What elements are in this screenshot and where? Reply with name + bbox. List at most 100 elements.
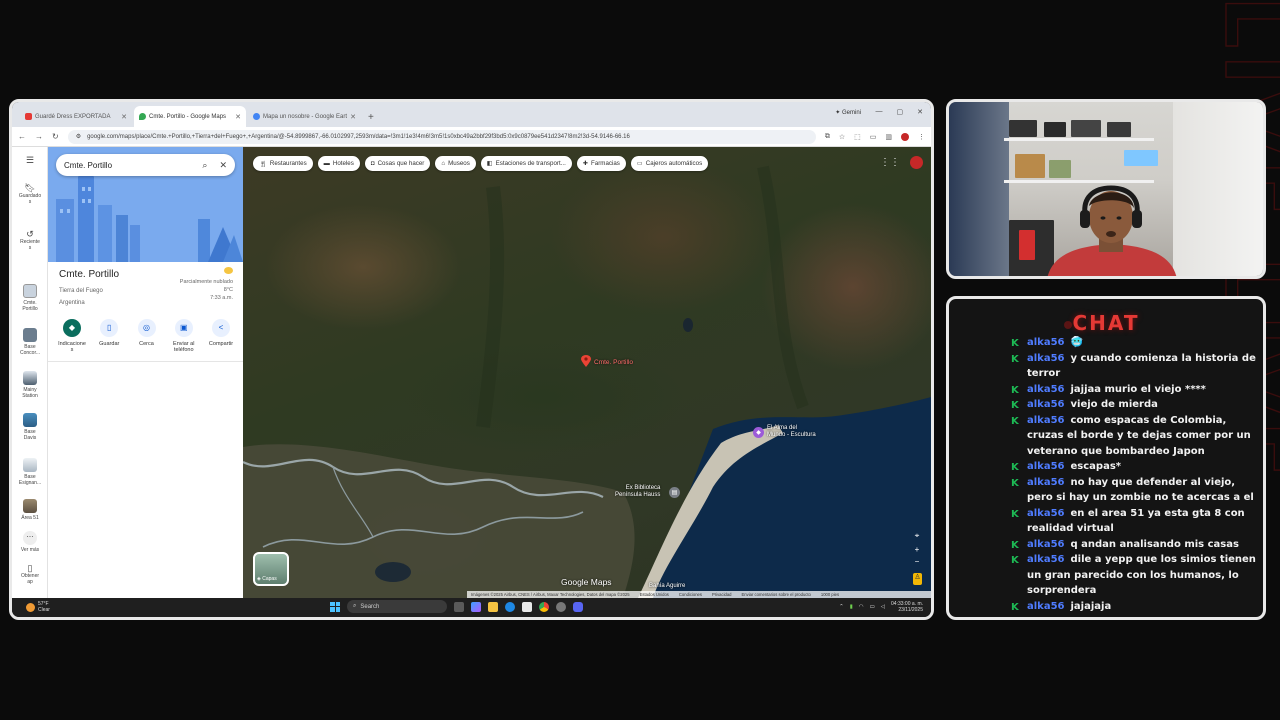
- close-icon[interactable]: ✕: [350, 113, 356, 121]
- gemini-button[interactable]: ✦ Gemini: [835, 109, 861, 116]
- rail-recent-place-5[interactable]: Base Esignan...: [12, 458, 48, 486]
- new-tab-button[interactable]: +: [362, 112, 380, 127]
- layers-button[interactable]: ◈ Capas: [253, 552, 289, 586]
- tab-google-maps[interactable]: Cmte. Portillo - Google Maps ✕: [134, 106, 246, 127]
- scale-bar[interactable]: 1000 pies: [821, 592, 839, 597]
- layers-label: Capas: [262, 576, 277, 582]
- poi-label[interactable]: Ex Biblioteca Península Hauss: [615, 485, 660, 499]
- chat-username[interactable]: alka56: [1027, 508, 1065, 519]
- rail-recent-place-4[interactable]: Base Davis: [12, 413, 48, 441]
- chat-username[interactable]: alka56: [1027, 353, 1065, 364]
- rail-recent[interactable]: ↺ Reciente s: [12, 230, 48, 252]
- rail-more[interactable]: ⋯ Ver más: [12, 531, 48, 553]
- feedback-link[interactable]: Enviar comentarios sobre el producto: [742, 592, 811, 597]
- cast-icon[interactable]: ▭: [870, 133, 877, 141]
- windows-start-icon[interactable]: [330, 601, 340, 612]
- account-avatar[interactable]: [910, 156, 923, 169]
- back-icon[interactable]: ←: [18, 132, 26, 141]
- my-location-icon[interactable]: ⌖: [911, 531, 923, 541]
- zoom-out-button[interactable]: −: [911, 557, 923, 566]
- file-explorer-icon[interactable]: [488, 601, 498, 612]
- mic-icon[interactable]: ▮: [850, 604, 853, 610]
- chat-username[interactable]: alka56: [1027, 461, 1065, 472]
- rail-recent-place-3[interactable]: Mainy Station: [12, 371, 48, 399]
- taskbar-weather[interactable]: 57°F Clear: [26, 601, 50, 613]
- chat-username[interactable]: alka56: [1027, 554, 1065, 565]
- location-pin-icon[interactable]: [581, 355, 591, 367]
- chip-hotels[interactable]: ▬ Hoteles: [317, 156, 360, 171]
- maximize-icon[interactable]: ▢: [897, 108, 904, 116]
- install-icon[interactable]: ⧉: [825, 133, 830, 141]
- share-button[interactable]: < Compartir: [203, 319, 239, 353]
- chevron-up-icon[interactable]: ⌃: [839, 604, 844, 610]
- store-icon[interactable]: [522, 601, 532, 612]
- zoom-in-button[interactable]: +: [911, 545, 923, 554]
- taskbar-clock[interactable]: 04:33:00 a. m. 23/11/2025: [891, 601, 923, 613]
- poi-label[interactable]: El Alma del Mundo - Escultura: [767, 425, 816, 439]
- sidebar-icon[interactable]: ▥: [885, 133, 892, 141]
- close-icon[interactable]: ✕: [235, 113, 241, 121]
- street-view-pegman-icon[interactable]: ♙: [913, 573, 922, 585]
- chrome-icon[interactable]: [539, 601, 549, 612]
- network-icon[interactable]: ◠: [859, 604, 864, 610]
- display-icon[interactable]: ▭: [870, 604, 875, 610]
- minimize-icon[interactable]: —: [876, 108, 883, 116]
- chat-username[interactable]: alka56: [1027, 337, 1065, 348]
- directions-button[interactable]: ◆ Indicacione s: [54, 319, 90, 353]
- menu-icon[interactable]: ☰: [12, 156, 48, 165]
- kebab-menu-icon[interactable]: ⋮: [918, 133, 925, 141]
- profile-avatar[interactable]: [901, 132, 909, 141]
- pin-label[interactable]: Cmte. Portillo: [594, 359, 633, 366]
- terms-link[interactable]: Condiciones: [679, 592, 702, 597]
- chip-things-to-do[interactable]: ◘ Cosas que hacer: [364, 156, 431, 171]
- app-icon[interactable]: [556, 601, 566, 612]
- close-icon[interactable]: ✕: [219, 160, 227, 171]
- chat-username[interactable]: alka56: [1027, 415, 1065, 426]
- chip-transit[interactable]: ◧ Estaciones de transport...: [480, 156, 572, 171]
- discord-icon[interactable]: [573, 601, 583, 612]
- extensions-icon[interactable]: ⬚: [854, 133, 861, 141]
- copilot-icon[interactable]: [471, 601, 481, 612]
- task-view-icon[interactable]: [454, 601, 464, 612]
- chat-username[interactable]: alka56: [1027, 477, 1065, 488]
- chip-pharmacies[interactable]: ✚ Farmacias: [576, 156, 626, 171]
- chat-username[interactable]: alka56: [1027, 539, 1065, 550]
- chip-museums[interactable]: ⌂ Museos: [435, 156, 476, 171]
- chat-username[interactable]: alka56: [1027, 399, 1065, 410]
- send-to-phone-button[interactable]: ▣ Enviar al teléfono: [166, 319, 202, 353]
- rail-recent-place-1[interactable]: Cmte. Portillo: [12, 284, 48, 312]
- rail-get-app[interactable]: ▯ Obtener ap: [12, 564, 48, 586]
- library-poi-icon[interactable]: ▤: [669, 487, 680, 498]
- search-icon[interactable]: ⌕: [202, 160, 207, 171]
- chat-username[interactable]: alka56: [1027, 384, 1065, 395]
- tab-google-earth[interactable]: Mapa un nosobre - Google Eart ✕: [248, 106, 360, 127]
- rail-label: Obtener ap: [20, 573, 40, 585]
- close-window-icon[interactable]: ✕: [917, 108, 923, 116]
- site-info-icon[interactable]: ⚙: [76, 133, 81, 140]
- edge-icon[interactable]: [505, 601, 515, 612]
- nearby-button[interactable]: ◎ Cerca: [129, 319, 165, 353]
- region-link[interactable]: Estados Unidos: [640, 592, 669, 597]
- satellite-map[interactable]: 🍴︎ Restaurantes ▬ Hoteles ◘ Cosas que hacer…: [243, 147, 931, 598]
- volume-icon[interactable]: ◁: [881, 604, 885, 610]
- reload-icon[interactable]: ↻: [52, 132, 59, 141]
- rail-recent-place-6[interactable]: Área 51: [12, 499, 48, 521]
- chip-atms[interactable]: ▭ Cajeros automáticos: [630, 156, 709, 171]
- rail-recent-place-2[interactable]: Base Concor...: [12, 328, 48, 356]
- star-icon[interactable]: ☆: [839, 133, 845, 141]
- close-icon[interactable]: ✕: [121, 113, 127, 121]
- taskbar-search[interactable]: ⌕ Search: [347, 600, 447, 613]
- chat-message: Kalka56 escapas*: [1011, 459, 1261, 475]
- privacy-link[interactable]: Privacidad: [712, 592, 732, 597]
- apps-grid-icon[interactable]: ⋮⋮: [880, 157, 900, 168]
- sculpture-poi-icon[interactable]: ◆: [753, 427, 764, 438]
- chip-restaurants[interactable]: 🍴︎ Restaurantes: [253, 156, 313, 171]
- rail-saved[interactable]: 🔖︎ Guardado s: [12, 184, 48, 206]
- forward-icon[interactable]: →: [35, 132, 43, 141]
- search-input[interactable]: Cmte. Portillo ⌕ ✕: [56, 154, 235, 176]
- tab-youtube[interactable]: Guardé Dress EXPORTADA ✕: [20, 106, 132, 127]
- chat-username[interactable]: alka56: [1027, 601, 1065, 612]
- save-button[interactable]: ▯ Guardar: [91, 319, 127, 353]
- url-field[interactable]: ⚙ google.com/maps/place/Cmte.+Portillo,+…: [67, 129, 816, 144]
- place-thumbnail: [23, 328, 37, 342]
